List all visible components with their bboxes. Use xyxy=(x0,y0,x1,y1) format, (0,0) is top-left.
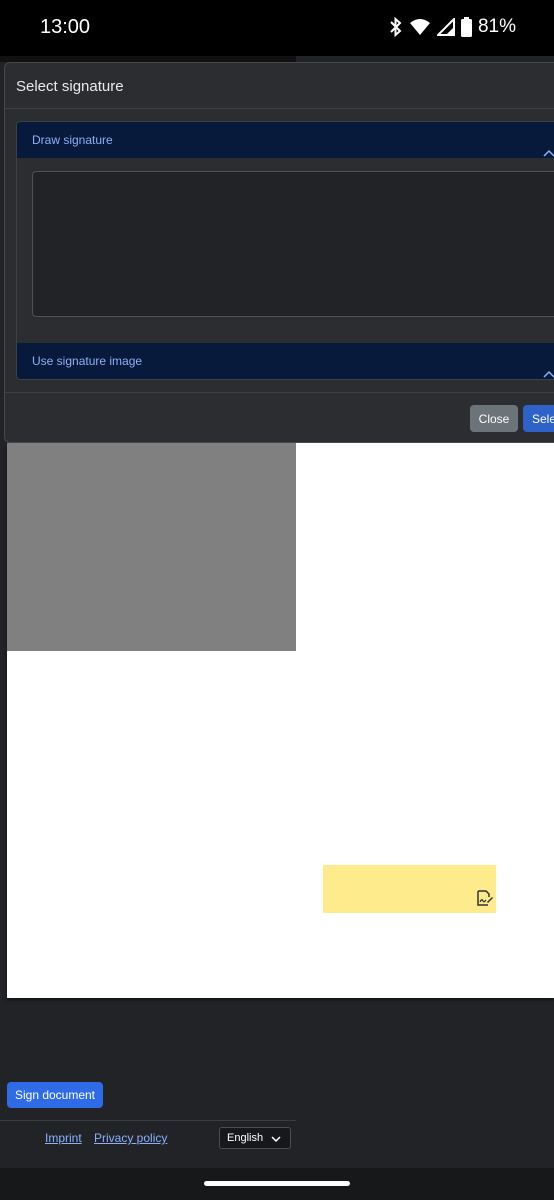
chevron-up-icon xyxy=(543,135,554,171)
modal-header-divider xyxy=(5,108,554,109)
signal-icon xyxy=(436,18,455,36)
modal-footer-divider xyxy=(5,392,554,393)
home-gesture-handle[interactable] xyxy=(204,1181,350,1186)
footer-divider xyxy=(0,1120,296,1121)
signature-draw-canvas[interactable] xyxy=(32,171,554,317)
sign-document-button[interactable]: Sign document xyxy=(7,1082,103,1108)
wifi-icon xyxy=(409,18,431,36)
accordion-signature-image-label: Use signature image xyxy=(32,354,143,368)
imprint-link[interactable]: Imprint xyxy=(45,1131,82,1145)
status-bar: 13:00 81% xyxy=(0,0,554,56)
chevron-up-icon xyxy=(543,356,554,379)
status-time: 13:00 xyxy=(40,16,91,38)
document-image-placeholder xyxy=(7,443,296,651)
signature-field[interactable] xyxy=(323,865,496,913)
signature-icon xyxy=(476,890,494,911)
privacy-policy-link[interactable]: Privacy policy xyxy=(94,1131,167,1145)
battery-icon xyxy=(460,17,472,37)
accordion-draw-signature-label: Draw signature xyxy=(32,133,113,147)
chevron-down-icon xyxy=(271,1134,281,1146)
select-button[interactable]: Sele xyxy=(523,405,554,432)
language-select[interactable]: English xyxy=(219,1127,291,1149)
close-button[interactable]: Close xyxy=(470,405,518,432)
bluetooth-icon xyxy=(389,17,403,37)
accordion-signature-image[interactable]: Use signature image xyxy=(17,343,554,379)
select-signature-modal: Select signature Draw signature Use sign… xyxy=(4,62,554,443)
modal-title: Select signature xyxy=(16,78,124,95)
language-select-value: English xyxy=(227,1132,264,1144)
signature-accordion: Draw signature Use signature image xyxy=(16,121,554,380)
status-icons: 81% xyxy=(389,16,516,38)
battery-percent: 81% xyxy=(477,16,516,37)
accordion-draw-signature[interactable]: Draw signature xyxy=(17,122,554,158)
